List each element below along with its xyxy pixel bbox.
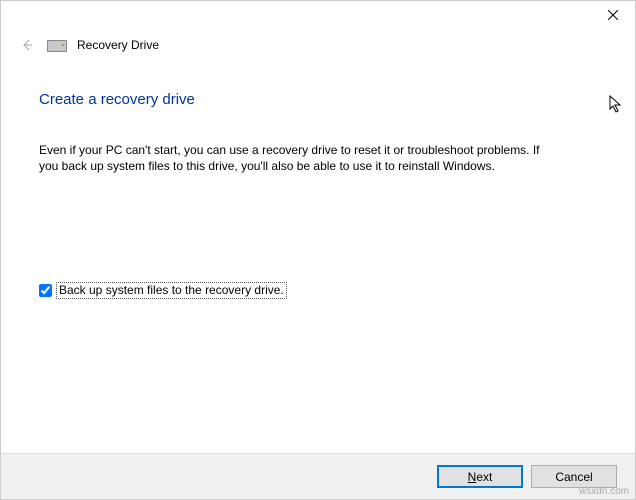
body-text: Even if your PC can't start, you can use… (39, 142, 559, 174)
drive-icon (47, 38, 67, 52)
footer: Next Cancel (1, 453, 635, 499)
content-area: Create a recovery drive Even if your PC … (1, 67, 635, 299)
close-icon (608, 10, 618, 20)
titlebar (1, 1, 635, 31)
close-button[interactable] (590, 1, 635, 29)
watermark: wsxdn.com (579, 486, 629, 497)
page-heading: Create a recovery drive (39, 91, 575, 108)
backup-checkbox-label: Back up system files to the recovery dri… (56, 282, 287, 298)
arrow-left-icon (19, 37, 35, 53)
cancel-button[interactable]: Cancel (531, 465, 617, 488)
back-button (17, 35, 37, 55)
window-title: Recovery Drive (77, 38, 159, 52)
next-button[interactable]: Next (437, 465, 523, 488)
backup-checkbox-row[interactable]: Back up system files to the recovery dri… (39, 282, 575, 298)
backup-checkbox[interactable] (39, 284, 52, 297)
header: Recovery Drive (1, 31, 635, 67)
